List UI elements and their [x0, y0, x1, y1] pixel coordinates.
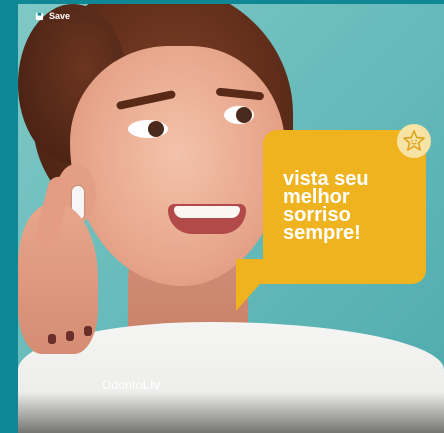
smile — [168, 204, 246, 234]
star-smile-icon — [397, 124, 431, 158]
fingernail — [84, 326, 92, 336]
face — [70, 46, 285, 286]
brand-name-light: Odonto — [102, 378, 143, 392]
fingernail — [48, 334, 56, 344]
fingernail — [66, 331, 74, 341]
speech-bubble: vista seu melhor sorriso sempre! — [263, 124, 431, 284]
save-button[interactable]: Save — [35, 11, 70, 21]
brand-logo: OdontoLiv — [102, 378, 161, 392]
bottom-shade — [18, 392, 444, 433]
left-eye — [128, 120, 168, 138]
post-image: vista seu melhor sorriso sempre! OdontoL… — [18, 4, 444, 433]
headline-text: vista seu melhor sorriso sempre! — [283, 168, 369, 244]
bookmark-icon — [35, 12, 44, 20]
brand-name-bold: Liv — [142, 378, 161, 392]
save-label: Save — [49, 11, 71, 21]
right-eye — [224, 106, 254, 124]
